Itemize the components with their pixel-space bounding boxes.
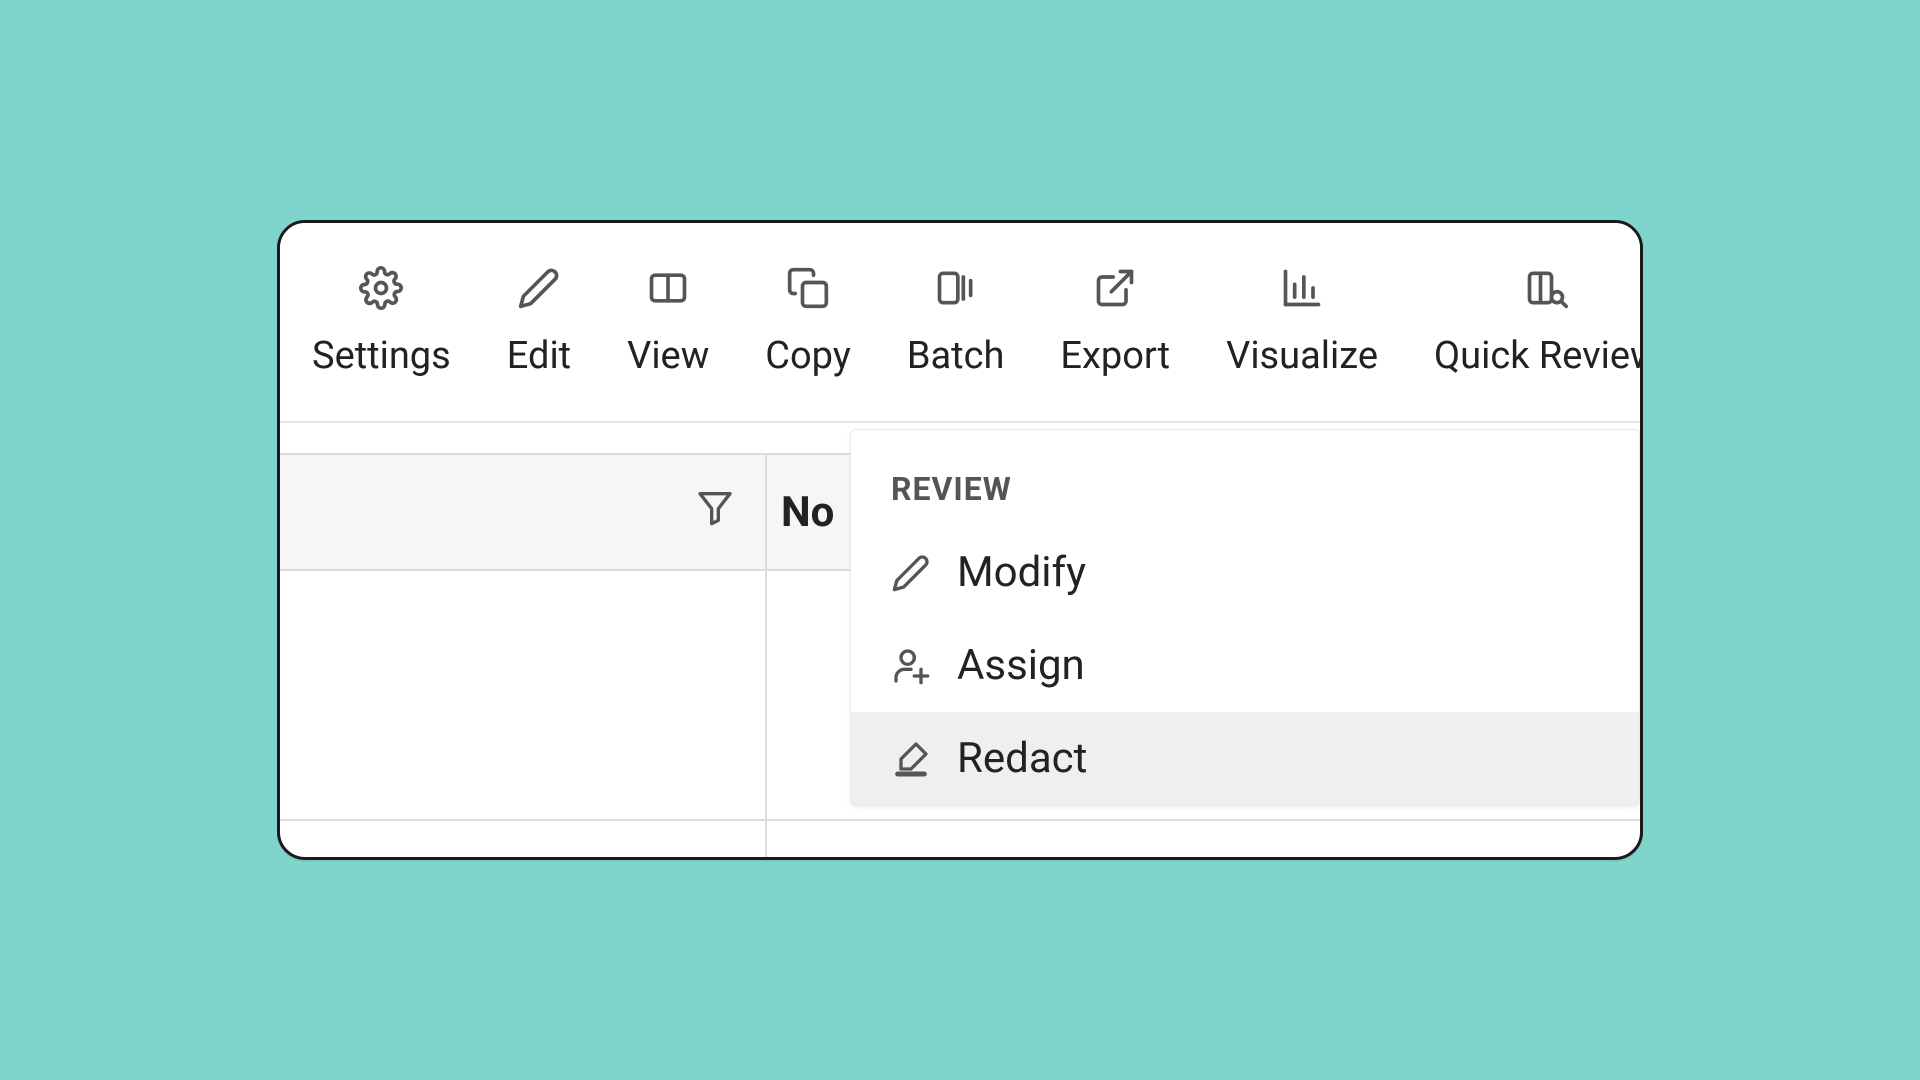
bar-chart-icon (1280, 266, 1324, 310)
copy-button[interactable]: Copy (737, 223, 879, 421)
edit-label: Edit (507, 334, 571, 378)
menu-item-modify[interactable]: Modify (851, 526, 1639, 619)
batch-label: Batch (907, 334, 1005, 378)
view-label: View (627, 334, 709, 378)
settings-label: Settings (312, 334, 451, 378)
visualize-button[interactable]: Visualize (1198, 223, 1406, 421)
layout-icon (646, 266, 690, 310)
quick-review-button[interactable]: Quick Review (1406, 223, 1643, 421)
filter-icon[interactable] (695, 487, 735, 538)
copy-label: Copy (765, 334, 851, 378)
menu-item-redact[interactable]: Redact (851, 712, 1639, 805)
edit-button[interactable]: Edit (479, 223, 599, 421)
batch-icon (934, 266, 978, 310)
export-label: Export (1060, 334, 1170, 378)
export-button[interactable]: Export (1032, 223, 1198, 421)
pencil-icon (517, 266, 561, 310)
toolbar-group-review: Quick Review (1406, 223, 1643, 421)
external-link-icon (1093, 266, 1137, 310)
column-header-1[interactable]: ed (280, 455, 767, 569)
menu-item-label: Redact (957, 734, 1087, 783)
view-button[interactable]: View (599, 223, 737, 421)
dropdown-heading: REVIEW (851, 470, 1639, 526)
toolbar-group-edit: Settings Edit View Copy (284, 223, 879, 421)
column-header-2-label: No (781, 488, 834, 537)
batch-button[interactable]: Batch (879, 223, 1033, 421)
table-row (280, 821, 1640, 860)
app-frame: Settings Edit View Copy (277, 220, 1643, 860)
gear-icon (359, 266, 403, 310)
quick-review-label: Quick Review (1434, 334, 1643, 378)
pencil-icon (891, 553, 931, 593)
settings-button[interactable]: Settings (284, 223, 479, 421)
toolbar-group-export: Batch Export (879, 223, 1198, 421)
menu-item-assign[interactable]: Assign (851, 619, 1639, 712)
user-plus-icon (891, 646, 931, 686)
menu-item-label: Modify (957, 548, 1086, 597)
table-cell (280, 821, 767, 860)
table-cell (280, 571, 767, 819)
menu-item-label: Assign (957, 641, 1085, 690)
batch-dropdown: REVIEW Modify Assign Redact (850, 429, 1640, 806)
toolbar: Settings Edit View Copy (280, 223, 1640, 423)
visualize-label: Visualize (1226, 334, 1378, 378)
toolbar-group-visualize: Visualize (1198, 223, 1406, 421)
redact-icon (891, 739, 931, 779)
copy-icon (786, 266, 830, 310)
quick-review-icon (1524, 266, 1568, 310)
